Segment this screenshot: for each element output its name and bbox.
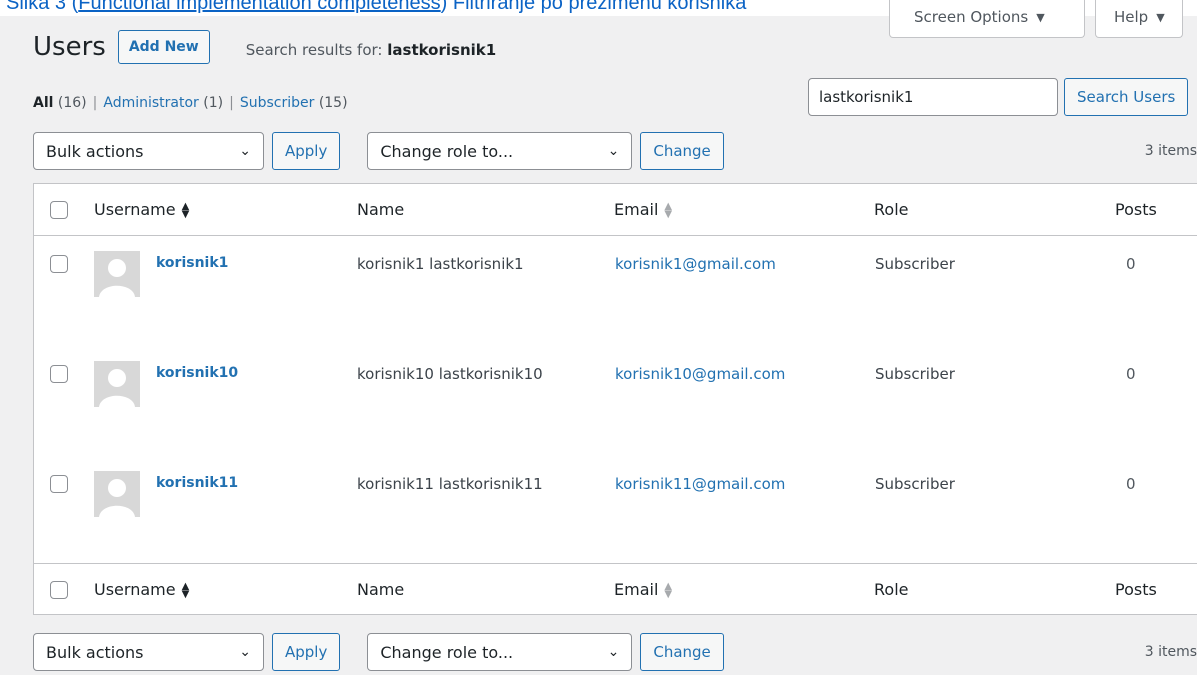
screen-options-label: Screen Options	[914, 8, 1029, 26]
add-new-button[interactable]: Add New	[117, 30, 210, 64]
user-search-box: Search Users	[808, 78, 1189, 116]
column-posts-footer: Posts	[1115, 580, 1157, 599]
table-header-row: Username ▲ ▼ Name Email ▲ ▼ Role Posts	[34, 184, 1197, 236]
row-checkbox[interactable]	[50, 365, 68, 383]
tablenav-bottom: Bulk actions ⌄ Apply Change role to... ⌄…	[33, 632, 1197, 672]
username-link[interactable]: korisnik11	[156, 475, 238, 491]
default-avatar-icon	[94, 251, 140, 297]
apply-button[interactable]: Apply	[272, 132, 341, 170]
table-row: korisnik11 korisnik11 lastkorisnik11 kor…	[34, 457, 1197, 567]
select-all-checkbox-footer[interactable]	[50, 581, 68, 599]
default-avatar-icon	[94, 471, 140, 517]
sort-up-icon: ▲ ▼	[181, 200, 190, 220]
caption-prefix: Slika 3 (	[6, 0, 79, 14]
table-footer-row: Username ▲ ▼ Name Email ▲ ▼ Role Posts	[34, 563, 1197, 615]
sort-up-icon: ▲ ▼	[181, 580, 190, 600]
user-email-link[interactable]: korisnik10@gmail.com	[615, 365, 785, 383]
user-name: korisnik10 lastkorisnik10	[357, 365, 543, 383]
user-name: korisnik11 lastkorisnik11	[357, 475, 543, 493]
filter-administrator-count: (1)	[203, 95, 224, 111]
row-checkbox[interactable]	[50, 255, 68, 273]
select-all-checkbox[interactable]	[50, 201, 68, 219]
column-email-label: Email	[614, 200, 659, 219]
search-input[interactable]	[808, 78, 1058, 116]
help-button[interactable]: Help ▼	[1095, 0, 1183, 38]
filter-all-count: (16)	[57, 95, 87, 111]
sort-both-icon: ▲ ▼	[664, 200, 673, 220]
bulk-actions-select[interactable]: Bulk actions ⌄	[33, 132, 264, 170]
row-checkbox[interactable]	[50, 475, 68, 493]
change-role-select-bottom[interactable]: Change role to... ⌄	[367, 633, 633, 671]
search-users-button[interactable]: Search Users	[1064, 78, 1189, 116]
search-results-label: Search results for:	[245, 41, 383, 59]
user-role: Subscriber	[875, 475, 955, 493]
role-filter-links: All (16) | Administrator (1) | Subscriber (1…	[33, 95, 348, 111]
column-email-label: Email	[614, 580, 659, 599]
items-count-bottom: 3 items	[1144, 644, 1197, 660]
filter-all[interactable]: All	[33, 95, 53, 111]
bulk-actions-select-bottom[interactable]: Bulk actions ⌄	[33, 633, 264, 671]
table-row: korisnik1 korisnik1 lastkorisnik1 korisn…	[34, 237, 1197, 347]
column-username-label: Username	[94, 200, 176, 219]
bulk-actions-label: Bulk actions	[46, 141, 144, 161]
user-name: korisnik1 lastkorisnik1	[357, 255, 524, 273]
filter-subscriber[interactable]: Subscriber	[240, 95, 315, 111]
column-email-footer[interactable]: Email ▲ ▼	[614, 580, 672, 599]
change-role-select[interactable]: Change role to... ⌄	[367, 132, 633, 170]
apply-button-bottom[interactable]: Apply	[272, 633, 341, 671]
table-row: korisnik10 korisnik10 lastkorisnik10 kor…	[34, 347, 1197, 457]
triangle-down-icon: ▼	[1156, 11, 1165, 24]
user-email-link[interactable]: korisnik1@gmail.com	[615, 255, 776, 273]
screen-options-button[interactable]: Screen Options ▼	[889, 0, 1085, 38]
search-results-term: lastkorisnik1	[387, 41, 497, 59]
filter-administrator[interactable]: Administrator	[103, 95, 198, 111]
filter-separator: |	[92, 95, 98, 111]
page-title: Users	[33, 32, 106, 62]
filter-subscriber-count: (15)	[318, 95, 348, 111]
change-button[interactable]: Change	[640, 132, 724, 170]
caption-suffix: ) Filtriranje po prezimenu korisnika	[440, 0, 747, 14]
search-results-subtitle: Search results for: lastkorisnik1	[246, 41, 496, 59]
chevron-down-icon: ⌄	[607, 644, 620, 660]
user-role: Subscriber	[875, 255, 955, 273]
user-posts-count: 0	[1126, 255, 1136, 273]
chevron-down-icon: ⌄	[607, 143, 620, 159]
bulk-actions-label: Bulk actions	[46, 642, 144, 662]
filter-separator: |	[229, 95, 234, 111]
triangle-down-icon: ▼	[1036, 11, 1045, 24]
user-email-link[interactable]: korisnik11@gmail.com	[615, 475, 785, 493]
tablenav-top: Bulk actions ⌄ Apply Change role to... ⌄…	[33, 131, 1197, 171]
page-header: Users Add New Search results for: lastko…	[33, 30, 496, 64]
user-posts-count: 0	[1126, 475, 1136, 493]
screen-meta-links: Screen Options ▼ Help ▼	[889, 0, 1183, 38]
chevron-down-icon: ⌄	[239, 143, 251, 159]
items-count: 3 items	[1144, 143, 1197, 159]
column-role: Role	[874, 200, 909, 219]
help-label: Help	[1114, 8, 1149, 26]
change-role-label: Change role to...	[380, 141, 514, 161]
users-table: Username ▲ ▼ Name Email ▲ ▼ Role Posts koris…	[33, 183, 1197, 615]
column-username-label: Username	[94, 580, 176, 599]
default-avatar-icon	[94, 361, 140, 407]
username-link[interactable]: korisnik1	[156, 255, 228, 271]
user-posts-count: 0	[1126, 365, 1136, 383]
username-link[interactable]: korisnik10	[156, 365, 238, 381]
change-role-label: Change role to...	[380, 642, 514, 662]
caption-link[interactable]: Functional implementation completeness	[78, 0, 440, 14]
chevron-down-icon: ⌄	[239, 644, 251, 660]
change-button-bottom[interactable]: Change	[640, 633, 724, 671]
sort-both-icon: ▲ ▼	[664, 580, 673, 600]
column-name: Name	[357, 200, 405, 219]
column-posts: Posts	[1115, 200, 1157, 219]
column-username-footer[interactable]: Username ▲ ▼	[94, 580, 189, 599]
user-role: Subscriber	[875, 365, 955, 383]
column-email[interactable]: Email ▲ ▼	[614, 200, 672, 219]
column-name-footer: Name	[357, 580, 405, 599]
column-username[interactable]: Username ▲ ▼	[94, 200, 189, 219]
column-role-footer: Role	[874, 580, 909, 599]
